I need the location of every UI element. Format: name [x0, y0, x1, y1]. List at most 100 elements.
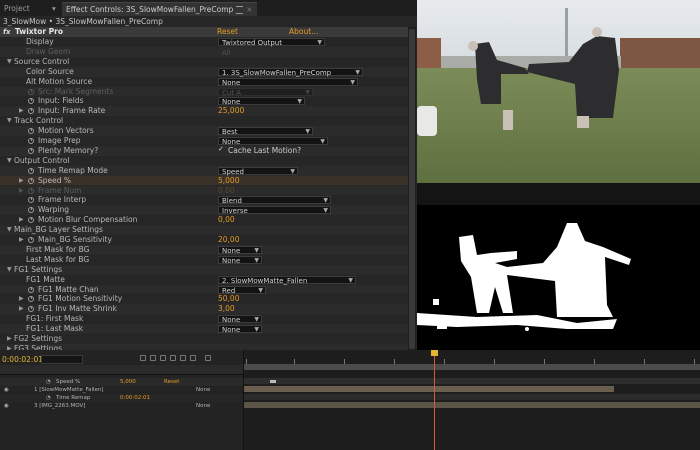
color-source-dropdown[interactable]: 1. 3S_SlowMowFallen_PreComp ▼	[218, 67, 363, 77]
stopwatch-icon[interactable]	[28, 177, 34, 184]
about-link[interactable]: About...	[289, 27, 318, 37]
matte-viewer[interactable]	[417, 205, 700, 350]
fg1-inv-matte-shrink-value[interactable]: 3,00	[218, 304, 235, 314]
cache-last-motion-checkbox[interactable]: ✓	[218, 145, 225, 154]
row-fg2-settings[interactable]: ▶ FG2 Settings	[0, 334, 408, 344]
layer-row-matte[interactable]: ◉ 1 [SlowMowMatte_Fallen] None	[0, 386, 243, 394]
stopwatch-icon[interactable]	[28, 197, 34, 204]
scrollbar-thumb[interactable]	[409, 29, 415, 349]
expand-triangle-icon[interactable]: ▼	[7, 57, 12, 67]
stopwatch-icon[interactable]	[28, 217, 34, 224]
motion-blur-compensation-value[interactable]: 0,00	[218, 215, 235, 225]
fg1-matte-dropdown[interactable]: 2. SlowMowMatte_Fallen ▼	[218, 275, 356, 285]
panel-menu-icon[interactable]	[236, 6, 244, 14]
current-time-indicator[interactable]	[431, 350, 438, 450]
time-remap-property-row[interactable]: ◔ Time Remap 0:00:02:01	[0, 394, 243, 402]
fg1-first-mask-dropdown[interactable]: None ▼	[218, 315, 262, 324]
expand-triangle-icon[interactable]: ▼	[7, 265, 12, 275]
input-frame-rate-value[interactable]: 25,000	[218, 106, 244, 116]
timeline-search-input[interactable]	[41, 355, 83, 364]
row-fg1-settings[interactable]: ▼ FG1 Settings	[0, 264, 408, 275]
stopwatch-icon[interactable]	[28, 296, 34, 303]
effect-name[interactable]: Twixtor Pro	[15, 27, 63, 37]
stopwatch-icon[interactable]	[28, 237, 34, 243]
stopwatch-icon[interactable]	[28, 286, 34, 293]
tab-menu-icon[interactable]: ▾	[48, 2, 60, 15]
graph-editor-icon[interactable]	[190, 355, 196, 361]
expand-triangle-icon[interactable]: ▼	[7, 225, 12, 235]
layer-bar-footage[interactable]	[244, 402, 700, 408]
main-bg-sensitivity-value[interactable]: 20,00	[218, 235, 239, 245]
shy-layers-icon[interactable]	[160, 355, 166, 361]
row-source-control[interactable]: ▼ Source Control	[0, 57, 408, 67]
collapse-triangle-icon[interactable]: ▶	[7, 334, 12, 344]
current-timecode[interactable]: 0:00:02:01	[2, 355, 43, 364]
row-main-bg-layer-settings[interactable]: ▼ Main_BG Layer Settings	[0, 225, 408, 235]
frame-interp-value: Blend	[222, 197, 242, 206]
fg1-motion-sensitivity-value[interactable]: 50,00	[218, 294, 239, 304]
image-prep-dropdown[interactable]: None ▼	[218, 137, 328, 146]
stopwatch-icon[interactable]	[28, 207, 34, 214]
expand-triangle-icon[interactable]: ▼	[7, 116, 12, 126]
tab-project[interactable]: Project	[0, 2, 34, 15]
expand-triangle-icon[interactable]: ▼	[7, 156, 12, 166]
expand-triangle-icon: ▶	[19, 186, 24, 194]
motion-blur-icon[interactable]	[180, 355, 186, 361]
frame-interp-dropdown[interactable]: Blend ▼	[218, 196, 331, 206]
expand-triangle-icon[interactable]: ▶	[19, 294, 24, 304]
speed-reset-link[interactable]: Reset	[164, 378, 179, 386]
stopwatch-icon[interactable]	[28, 167, 34, 174]
timeline-tracks[interactable]	[244, 350, 700, 450]
stopwatch-icon[interactable]	[28, 306, 34, 313]
display-dropdown[interactable]: Twixtored Output ▼	[218, 38, 325, 47]
time-remap-mode-dropdown[interactable]: Speed ▼	[218, 166, 298, 176]
comp-flowchart-icon[interactable]	[140, 355, 146, 361]
warping-dropdown[interactable]: Inverse ▼	[218, 206, 331, 215]
stopwatch-icon[interactable]	[28, 128, 34, 135]
stopwatch-icon[interactable]	[28, 147, 34, 154]
alt-motion-source-label: Alt Motion Source	[26, 76, 93, 86]
fg1-last-mask-dropdown[interactable]: None ▼	[218, 325, 262, 334]
expand-triangle-icon[interactable]: ▶	[19, 176, 24, 186]
expand-triangle-icon[interactable]: ▶	[19, 304, 24, 314]
time-remap-value[interactable]: 0:00:02:01	[120, 394, 150, 402]
layer-matte-mode[interactable]: None	[196, 386, 210, 394]
expand-triangle-icon[interactable]: ▶	[19, 235, 24, 245]
speed-property-row[interactable]: ◔ Speed % 5,000 Reset	[0, 378, 243, 386]
speed-row-value[interactable]: 5,000	[120, 378, 136, 386]
fg1-matte-chan-dropdown[interactable]: Red ▼	[218, 285, 266, 295]
fg1-matte-value: 2. SlowMowMatte_Fallen	[222, 276, 308, 285]
expand-triangle-icon[interactable]: ▶	[19, 106, 24, 116]
motion-vectors-dropdown[interactable]: Best ▼	[218, 127, 313, 136]
tab-project-label: Project	[4, 4, 30, 13]
stopwatch-icon[interactable]	[28, 138, 34, 144]
layer-footage-mode[interactable]: None	[196, 402, 210, 410]
keyframe-icon[interactable]	[270, 380, 276, 383]
warping-label: Warping	[38, 205, 69, 215]
layer-row-footage[interactable]: ◉ 3 [IMG_2263.MOV] None	[0, 402, 243, 410]
frame-blending-icon[interactable]	[170, 355, 176, 361]
expand-triangle-icon[interactable]: ▶	[19, 215, 24, 225]
tab-effect-controls[interactable]: Effect Controls: 3S_SlowMowFallen_PreCom…	[62, 2, 257, 16]
last-mask-bg-dropdown[interactable]: None ▼	[218, 255, 262, 265]
first-mask-bg-label: First Mask for BG	[26, 244, 90, 254]
scrollbar[interactable]	[408, 27, 416, 355]
draft-3d-icon[interactable]	[150, 355, 156, 361]
row-fg1-matte-chan: FG1 Matte Chan Red ▼	[0, 284, 408, 295]
alt-motion-source-dropdown[interactable]: None ▼	[218, 77, 358, 87]
work-area-bar[interactable]	[244, 364, 700, 370]
speed-value[interactable]: 5,000	[218, 176, 239, 186]
eye-icon[interactable]: ◉	[4, 402, 9, 410]
stopwatch-icon[interactable]	[28, 108, 34, 115]
stopwatch-icon[interactable]	[28, 98, 34, 105]
eye-icon[interactable]: ◉	[4, 386, 9, 394]
composition-viewer[interactable]	[417, 0, 700, 183]
first-mask-bg-dropdown[interactable]: None ▼	[218, 245, 262, 255]
close-icon[interactable]: ×	[246, 5, 252, 14]
reset-link[interactable]: Reset	[217, 27, 238, 37]
row-track-control[interactable]: ▼ Track Control	[0, 116, 408, 126]
row-output-control[interactable]: ▼ Output Control	[0, 156, 408, 166]
layer-bar-matte[interactable]	[244, 386, 614, 392]
stopwatch-icon[interactable]	[205, 355, 211, 361]
input-fields-dropdown[interactable]: None ▼	[218, 97, 305, 106]
